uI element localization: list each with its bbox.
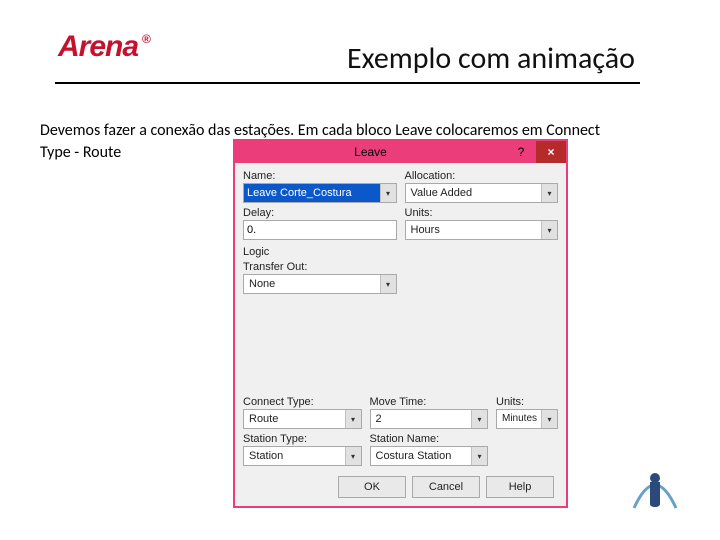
arena-logo: Arena® xyxy=(58,30,146,64)
station-name-value: Costura Station xyxy=(374,450,452,462)
label-transfer-out: Transfer Out: xyxy=(243,261,397,273)
brand-name: Arena xyxy=(58,30,138,63)
allocation-select[interactable]: Value Added ▾ xyxy=(405,183,559,203)
allocation-value: Value Added xyxy=(409,187,473,199)
help-button[interactable]: Help xyxy=(486,476,554,498)
units-value: Hours xyxy=(409,224,440,236)
name-input[interactable]: Leave Corte_Costura ▾ xyxy=(243,183,397,203)
dialog-body: Name: Leave Corte_Costura ▾ Allocation: … xyxy=(235,163,566,506)
units-select[interactable]: Hours ▾ xyxy=(405,220,559,240)
label-station-name: Station Name: xyxy=(370,433,489,445)
dialog-titlebar[interactable]: Leave ? × xyxy=(235,141,566,163)
chevron-down-icon[interactable]: ▾ xyxy=(541,184,557,202)
name-value: Leave Corte_Costura xyxy=(247,187,352,199)
dialog-title: Leave xyxy=(235,141,506,163)
label-units: Units: xyxy=(405,207,559,219)
chevron-down-icon[interactable]: ▾ xyxy=(541,221,557,239)
transfer-out-value: None xyxy=(247,278,275,290)
help-icon[interactable]: ? xyxy=(506,141,536,163)
spacer xyxy=(243,296,558,396)
label-delay: Delay: xyxy=(243,207,397,219)
label-move-time: Move Time: xyxy=(370,396,489,408)
ok-button[interactable]: OK xyxy=(338,476,406,498)
chevron-down-icon[interactable]: ▾ xyxy=(471,447,487,465)
cancel-button[interactable]: Cancel xyxy=(412,476,480,498)
leave-dialog: Leave ? × Name: Leave Corte_Costura ▾ Al… xyxy=(233,139,568,508)
chevron-down-icon[interactable]: ▾ xyxy=(380,275,396,293)
station-type-select[interactable]: Station ▾ xyxy=(243,446,362,466)
body-line1: Devemos fazer a conexão das estações. Em… xyxy=(40,121,600,140)
units2-value: Minutes xyxy=(500,413,537,424)
station-type-value: Station xyxy=(247,450,283,462)
units2-select[interactable]: Minutes ▾ xyxy=(496,409,558,429)
close-icon[interactable]: × xyxy=(536,141,566,163)
connect-type-value: Route xyxy=(247,413,278,425)
footer-logo xyxy=(628,468,682,512)
chevron-down-icon[interactable]: ▾ xyxy=(471,410,487,428)
transfer-out-select[interactable]: None ▾ xyxy=(243,274,397,294)
title-divider xyxy=(55,82,640,84)
move-time-value: 2 xyxy=(374,413,382,425)
delay-input[interactable] xyxy=(243,220,397,240)
chevron-down-icon[interactable]: ▾ xyxy=(541,410,557,428)
page-title: Exemplo com animação xyxy=(347,40,635,77)
move-time-input[interactable]: 2 ▾ xyxy=(370,409,489,429)
connect-type-select[interactable]: Route ▾ xyxy=(243,409,362,429)
brand-reg: ® xyxy=(142,32,150,46)
label-name: Name: xyxy=(243,170,397,182)
label-allocation: Allocation: xyxy=(405,170,559,182)
chevron-down-icon[interactable]: ▾ xyxy=(380,184,396,202)
label-logic: Logic xyxy=(243,246,558,258)
label-connect-type: Connect Type: xyxy=(243,396,362,408)
dialog-button-row: OK Cancel Help xyxy=(243,468,558,506)
chevron-down-icon[interactable]: ▾ xyxy=(345,410,361,428)
station-name-select[interactable]: Costura Station ▾ xyxy=(370,446,489,466)
body-line2: Type - Route xyxy=(40,143,121,162)
chevron-down-icon[interactable]: ▾ xyxy=(345,447,361,465)
label-units2: Units: xyxy=(496,396,558,408)
label-station-type: Station Type: xyxy=(243,433,362,445)
